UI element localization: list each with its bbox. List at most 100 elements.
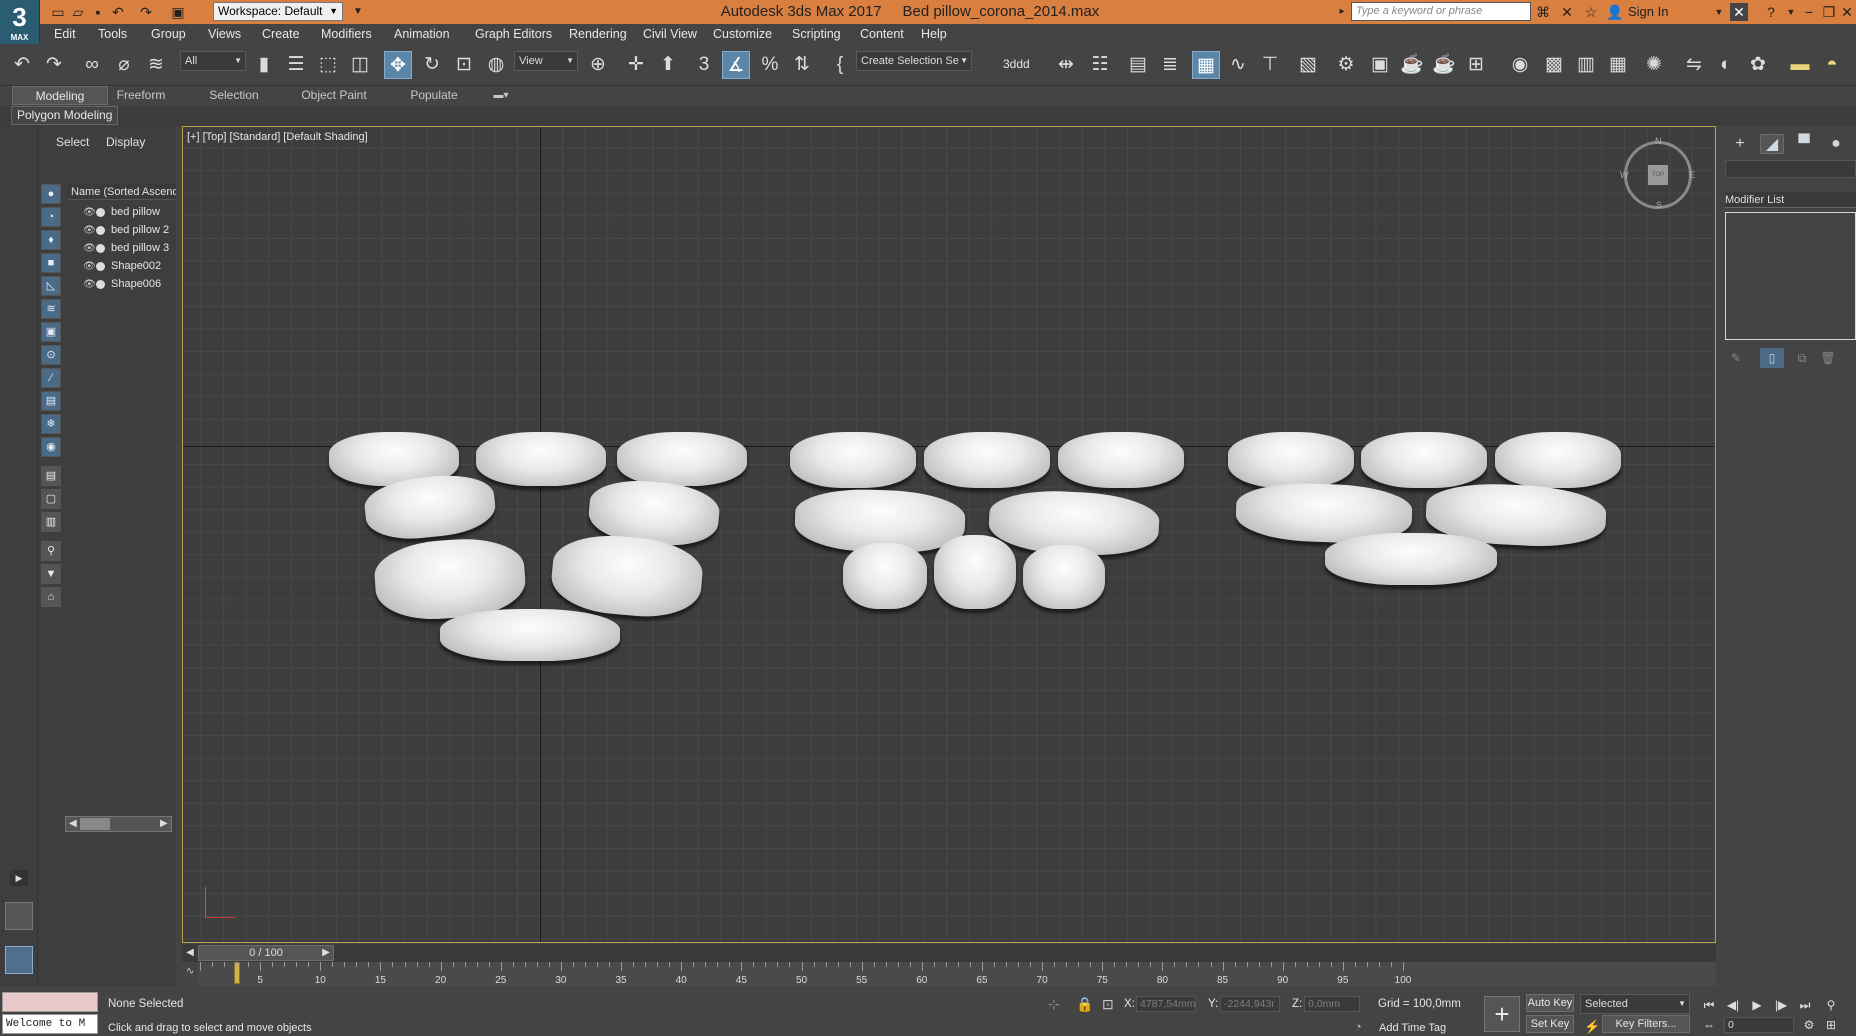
select-and-rotate-icon[interactable]: ↻ bbox=[418, 51, 446, 79]
visibility-eye-icon[interactable]: 👁 bbox=[83, 204, 96, 221]
viewport-label[interactable]: [+] [Top] [Standard] [Default Shading] bbox=[187, 131, 368, 143]
tab-select[interactable]: Select bbox=[56, 135, 89, 149]
add-time-tag-button[interactable]: Add Time Tag bbox=[1379, 1022, 1446, 1034]
help-icon[interactable]: ? bbox=[1762, 3, 1780, 21]
scroll-thumb[interactable] bbox=[80, 818, 110, 830]
bind-space-warp-icon[interactable]: ≋ bbox=[142, 51, 170, 79]
customize-qa-icon[interactable]: ▼ bbox=[348, 3, 368, 21]
minimize-icon[interactable]: − bbox=[1800, 3, 1818, 21]
bones-filter-icon[interactable]: ⁄ bbox=[41, 368, 61, 388]
go-to-end-icon[interactable]: ⏭ bbox=[1796, 996, 1814, 1014]
workspace-dropdown[interactable]: Workspace: Default ▼ bbox=[213, 2, 343, 21]
chevron-down-icon[interactable]: ▼ bbox=[1782, 3, 1800, 21]
remove-modifier-icon[interactable]: 🗑 bbox=[1816, 348, 1840, 368]
find-icon[interactable]: ⚲ bbox=[41, 541, 61, 561]
binoculars-icon[interactable]: ⌘ bbox=[1534, 3, 1552, 21]
show-end-result-icon[interactable]: ▯ bbox=[1760, 348, 1784, 368]
pillow-object[interactable] bbox=[790, 432, 916, 488]
set-key-large-icon[interactable]: + bbox=[1484, 996, 1520, 1032]
modifier-list-dropdown[interactable]: Modifier List bbox=[1725, 192, 1856, 208]
name-column-header[interactable]: Name (Sorted Ascend bbox=[68, 184, 176, 200]
menu-edit[interactable]: Edit bbox=[54, 24, 76, 44]
app-logo[interactable]: 3 MAX bbox=[0, 0, 40, 44]
go-to-start-icon[interactable]: ⏮ bbox=[1700, 996, 1718, 1014]
auto-key-button[interactable]: Auto Key bbox=[1526, 994, 1574, 1012]
motion-tab-icon[interactable]: ● bbox=[1824, 134, 1848, 154]
maxscript-listener[interactable] bbox=[2, 992, 98, 1012]
polygon-modeling-panel[interactable]: Polygon Modeling bbox=[11, 106, 119, 125]
select-and-place-icon[interactable]: ◍ bbox=[482, 51, 510, 79]
render-setup-icon[interactable]: ⚙ bbox=[1332, 51, 1360, 79]
modify-tab-icon[interactable]: ◢ bbox=[1760, 134, 1784, 154]
menu-animation[interactable]: Animation bbox=[394, 24, 450, 44]
list-item[interactable]: 👁 bed pillow 3 bbox=[68, 240, 176, 257]
layer-explorer-icon[interactable]: ▤ bbox=[1124, 51, 1152, 79]
scroll-left-icon[interactable]: ◀ bbox=[69, 817, 77, 831]
material-editor-icon[interactable]: ▧ bbox=[1294, 51, 1322, 79]
time-next-icon[interactable]: ▶ bbox=[318, 945, 334, 961]
menu-modifiers[interactable]: Modifiers bbox=[321, 24, 372, 44]
percent-snap-icon[interactable]: % bbox=[756, 51, 784, 79]
menu-scripting[interactable]: Scripting bbox=[792, 24, 841, 44]
restore-icon[interactable]: ❐ bbox=[1820, 3, 1838, 21]
menu-create[interactable]: Create bbox=[262, 24, 300, 44]
lights-filter-icon[interactable]: ♦ bbox=[41, 230, 61, 250]
time-slider[interactable]: 0 / 100 bbox=[198, 945, 334, 961]
scene-explorer-scrollbar[interactable]: ◀ ▶ bbox=[65, 816, 172, 832]
select-object-icon[interactable]: ▮ bbox=[250, 51, 278, 79]
y-coordinate-field[interactable]: -2244,943r bbox=[1220, 996, 1280, 1012]
mirror-icon[interactable]: ⇹ bbox=[1052, 51, 1080, 79]
pillow-object[interactable] bbox=[924, 432, 1050, 488]
modifier-stack[interactable] bbox=[1725, 212, 1856, 340]
menu-customize[interactable]: Customize bbox=[713, 24, 772, 44]
containers-filter-icon[interactable]: ▤ bbox=[41, 391, 61, 411]
chevron-down-icon[interactable]: ▼ bbox=[1710, 3, 1728, 21]
selection-filter-dropdown[interactable]: All ▼ bbox=[180, 51, 246, 71]
pillow-object[interactable] bbox=[617, 432, 747, 486]
redo-icon[interactable]: ↷ bbox=[40, 51, 68, 79]
select-and-scale-icon[interactable]: ⊡ bbox=[450, 51, 478, 79]
absolute-mode-icon[interactable]: ⊡ bbox=[1102, 996, 1114, 1013]
reference-coordinate-dropdown[interactable]: View ▼ bbox=[514, 51, 578, 71]
visibility-eye-icon[interactable]: 👁 bbox=[83, 240, 96, 257]
time-prev-icon[interactable]: ◀ bbox=[182, 945, 198, 961]
scene-explorer-toggle-icon[interactable]: ▦ bbox=[1192, 51, 1220, 79]
link-icon[interactable]: ∞ bbox=[78, 51, 106, 79]
pin-stack-icon[interactable]: ✎ bbox=[1724, 348, 1748, 368]
cameras-filter-icon[interactable]: ■ bbox=[41, 253, 61, 273]
pillow-object[interactable] bbox=[1228, 432, 1354, 488]
menu-views[interactable]: Views bbox=[208, 24, 241, 44]
list-item[interactable]: 👁 bed pillow bbox=[68, 204, 176, 221]
menu-help[interactable]: Help bbox=[921, 24, 947, 44]
previous-frame-icon[interactable]: ◀| bbox=[1724, 996, 1742, 1014]
time-tag-icon[interactable]: ◔ bbox=[1354, 1019, 1362, 1034]
z-coordinate-field[interactable]: 0,0mm bbox=[1304, 996, 1360, 1012]
sign-in-link[interactable]: Sign In bbox=[1628, 3, 1668, 21]
viewport-layout-icon[interactable] bbox=[5, 902, 33, 930]
curve-editor-icon[interactable]: ∿ bbox=[1224, 51, 1252, 79]
rectangular-selection-icon[interactable]: ⬚ bbox=[314, 51, 342, 79]
list-item[interactable]: 👁 Shape006 bbox=[68, 276, 176, 293]
user-icon[interactable]: 👤 bbox=[1606, 3, 1624, 21]
environment-icon[interactable]: ◐ bbox=[1712, 51, 1740, 79]
visibility-eye-icon[interactable]: 👁 bbox=[83, 276, 96, 293]
align-icon[interactable]: ☷ bbox=[1086, 51, 1114, 79]
shapes-filter-icon[interactable]: ◔ bbox=[41, 207, 61, 227]
snaps-toggle-icon[interactable]: 3 bbox=[690, 51, 718, 79]
menu-rendering[interactable]: Rendering bbox=[569, 24, 627, 44]
spinner-snap-icon[interactable]: ⇅ bbox=[788, 51, 816, 79]
angle-snap-icon[interactable]: ∡ bbox=[722, 51, 750, 79]
menu-graph-editors[interactable]: Graph Editors bbox=[475, 24, 552, 44]
invert-display-icon[interactable]: ▥ bbox=[41, 512, 61, 532]
save-icon[interactable]: ▪ bbox=[88, 3, 108, 21]
tab-modeling[interactable]: Modeling bbox=[12, 86, 108, 105]
unlink-icon[interactable]: ⌀ bbox=[110, 51, 138, 79]
pillow-object[interactable] bbox=[1325, 533, 1497, 585]
filter-funnel-icon[interactable]: ▼ bbox=[41, 564, 61, 584]
schematic-view-icon[interactable]: ⊤ bbox=[1256, 51, 1284, 79]
scroll-right-icon[interactable]: ▶ bbox=[160, 817, 168, 831]
project-folder-icon[interactable]: ▣ bbox=[168, 3, 188, 21]
selection-lock-icon[interactable]: 🔒 bbox=[1076, 996, 1093, 1013]
frame-buffer-icon[interactable]: ▩ bbox=[1540, 51, 1568, 79]
tab-freeform[interactable]: Freeform bbox=[108, 86, 174, 105]
